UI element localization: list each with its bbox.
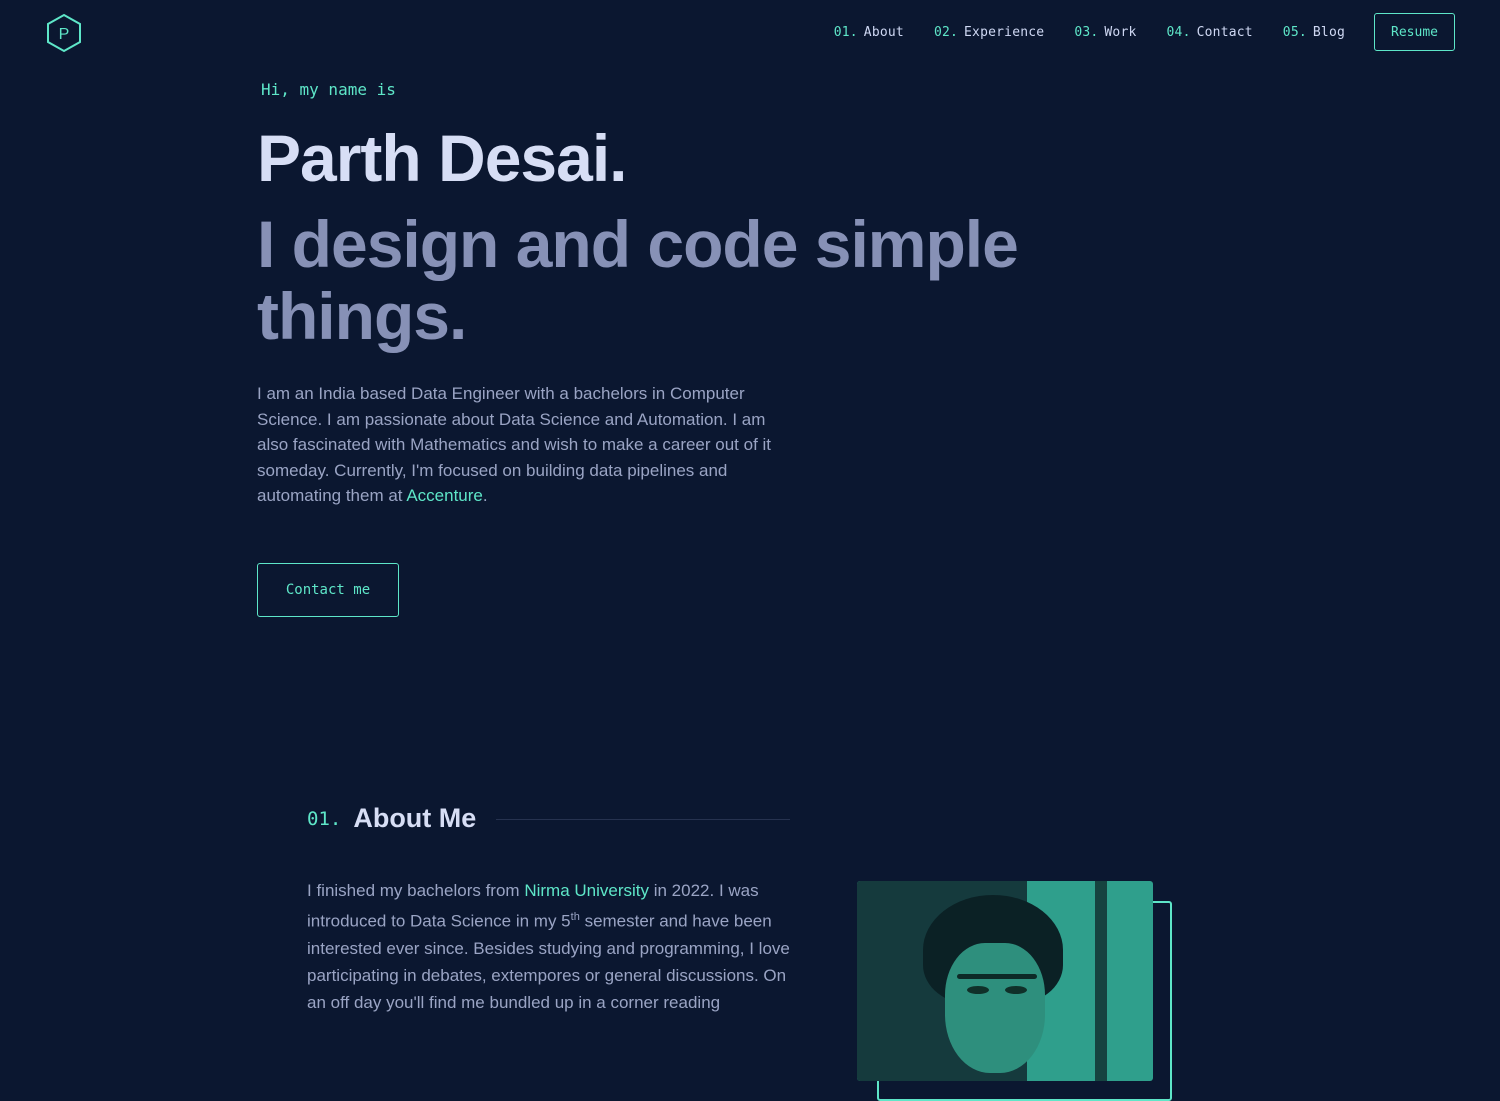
- nav-link-about[interactable]: 01. About: [834, 25, 904, 40]
- nav-link-contact[interactable]: 04. Contact: [1167, 25, 1253, 40]
- nav-link-label: About: [863, 25, 904, 40]
- top-nav: P 01. About 02. Experience 03. Work 04. …: [0, 0, 1500, 64]
- accenture-link[interactable]: Accenture: [406, 486, 483, 505]
- photo-background: [1095, 881, 1107, 1081]
- nav-link-blog[interactable]: 05. Blog: [1283, 25, 1345, 40]
- section-divider: [496, 819, 790, 820]
- nav-link-label: Contact: [1196, 25, 1253, 40]
- about-text-part: I finished my bachelors from: [307, 881, 525, 900]
- nav-link-label: Blog: [1312, 25, 1345, 40]
- photo-brow: [957, 974, 1037, 979]
- nirma-university-link[interactable]: Nirma University: [524, 881, 649, 900]
- nav-links: 01. About 02. Experience 03. Work 04. Co…: [834, 25, 1345, 40]
- hero-greeting: Hi, my name is: [261, 80, 396, 99]
- nav-link-number: 02.: [933, 25, 959, 40]
- nav-link-number: 05.: [1282, 25, 1307, 40]
- nav-link-number: 04.: [1166, 25, 1191, 40]
- hero-tagline: I design and code simple things.: [257, 207, 1019, 353]
- hero-bio-text: I am an India based Data Engineer with a…: [257, 384, 772, 506]
- nav-link-work[interactable]: 03. Work: [1074, 25, 1136, 40]
- nav-link-number: 01.: [833, 25, 858, 40]
- resume-button[interactable]: Resume: [1374, 13, 1455, 51]
- nav-link-label: Work: [1104, 25, 1137, 40]
- hero-name: Parth Desai.: [257, 121, 627, 195]
- contact-me-button[interactable]: Contact me: [257, 563, 399, 617]
- hero-bio: I am an India based Data Engineer with a…: [257, 381, 782, 509]
- nav-link-number: 03.: [1074, 25, 1099, 40]
- profile-photo: [857, 881, 1153, 1081]
- ordinal-suffix: th: [570, 911, 580, 923]
- svg-text:P: P: [59, 26, 70, 43]
- hero-bio-end: .: [482, 486, 488, 506]
- photo-eye: [1005, 986, 1027, 994]
- nav-link-label: Experience: [964, 25, 1045, 40]
- about-section-number: 01.: [307, 807, 342, 830]
- about-text: I finished my bachelors from Nirma Unive…: [307, 877, 797, 1016]
- about-section-title: About Me: [353, 803, 477, 833]
- about-section-heading: 01. About Me: [307, 803, 476, 834]
- nav-link-experience[interactable]: 02. Experience: [934, 25, 1044, 40]
- hexagon-logo-icon[interactable]: P: [45, 13, 83, 53]
- photo-eye: [967, 986, 989, 994]
- photo-face: [945, 943, 1045, 1073]
